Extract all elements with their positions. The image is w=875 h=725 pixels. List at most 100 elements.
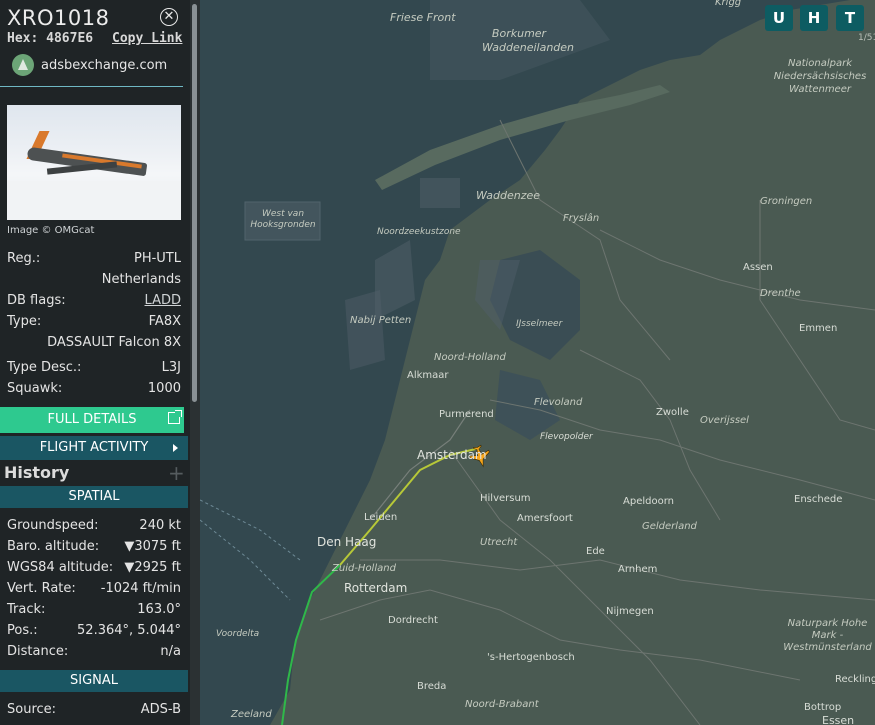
dbflags-row: DB flags: LADD [7, 293, 181, 311]
map-label-naturpark: Naturpark Hohe Mark - Westmünsterland [783, 618, 872, 653]
toggle-t-button[interactable]: T [836, 5, 864, 31]
vrate-label: Vert. Rate: [7, 581, 76, 596]
groundspeed-row: Groundspeed: 240 kt [7, 518, 181, 536]
map-label-arnhem: Arnhem [618, 564, 658, 575]
distance-row: Distance: n/a [7, 644, 181, 662]
map-label-noord-holland: Noord-Holland [434, 352, 506, 363]
country-value: Netherlands [101, 272, 181, 287]
close-icon[interactable]: ✕ [160, 8, 178, 26]
flight-activity-button[interactable]: FLIGHT ACTIVITY [0, 436, 188, 460]
external-link-icon [168, 410, 182, 424]
typedesc-row: Type Desc.: L3J [7, 360, 181, 378]
map-label-ede: Ede [586, 546, 605, 557]
baro-row: Baro. altitude: ▼3075 ft [7, 539, 181, 557]
groundspeed-label: Groundspeed: [7, 518, 99, 533]
map-label-nabij-petten: Nabij Petten [350, 315, 412, 326]
expand-plus-icon[interactable]: + [168, 461, 185, 485]
toggle-u-button[interactable]: U [765, 5, 793, 31]
squawk-value: 1000 [147, 381, 181, 396]
history-heading[interactable]: History [4, 463, 69, 482]
source-site-label: adsbexchange.com [41, 57, 168, 73]
country-row: Netherlands [7, 272, 181, 290]
callsign: XRO1018 [7, 6, 110, 30]
toggle-h-button[interactable]: H [800, 5, 828, 31]
map-label-enschede: Enschede [794, 494, 843, 505]
vrate-value: -1024 ft/min [100, 581, 181, 596]
photo-ground [7, 181, 181, 220]
map-label-hertogenbosch: 's-Hertogenbosch [487, 652, 575, 663]
baro-label: Baro. altitude: [7, 539, 100, 554]
reg-row: Reg.: PH-UTL [7, 251, 181, 269]
sidebar-scrollbar-thumb[interactable] [192, 4, 197, 402]
map-label-zuid-holland: Zuid-Holland [332, 563, 396, 574]
type-label: Type: [7, 314, 42, 329]
type-value: FA8X [148, 314, 181, 329]
reg-label: Reg.: [7, 251, 41, 266]
wgs-label: WGS84 altitude: [7, 560, 114, 575]
map-label-waddenzee: Waddenzee [476, 189, 541, 202]
track-row: Track: 163.0° [7, 602, 181, 620]
map-label-apeldoorn: Apeldoorn [623, 496, 674, 507]
type-row: Type: FA8X [7, 314, 181, 332]
photo-credit[interactable]: Image © OMGcat [7, 225, 94, 236]
map-label-breda: Breda [417, 681, 447, 692]
type-name-value: DASSAULT Falcon 8X [47, 335, 181, 350]
map-label-nationalpark: Nationalpark Niedersächsisches Wattenmee… [773, 58, 867, 95]
map-view[interactable]: Friese Front Borkumer Waddeneilanden Wad… [200, 0, 875, 725]
map-label-nijmegen: Nijmegen [606, 606, 654, 617]
spatial-section-header[interactable]: SPATIAL [0, 486, 188, 508]
map-label-amersfoort: Amersfoort [517, 513, 573, 524]
map-label-borkumer: Borkumer Waddeneilanden [482, 27, 575, 54]
map-label-krigg: Krigg [715, 0, 742, 8]
dbflags-value[interactable]: LADD [145, 293, 181, 308]
map-label-leiden: Leiden [364, 512, 398, 523]
map-label-voordelta: Voordelta [216, 629, 260, 639]
distance-label: Distance: [7, 644, 69, 659]
track-label: Track: [7, 602, 46, 617]
source-row: Source: ADS-B [7, 702, 181, 720]
source-value: ADS-B [140, 702, 181, 717]
track-value: 163.0° [137, 602, 181, 617]
type-name-row: DASSAULT Falcon 8X [7, 335, 181, 353]
map-label-flevopolder: Flevopolder [540, 432, 593, 442]
map-label-alkmaar: Alkmaar [407, 370, 449, 381]
hex-label: Hex: [7, 31, 39, 46]
map-label-amsterdam: Amsterdam [417, 448, 487, 462]
map-label-flevoland: Flevoland [534, 397, 583, 408]
map-label-friesland: Fryslân [563, 213, 600, 224]
typedesc-label: Type Desc.: [7, 360, 82, 375]
map-label-friese-front: Friese Front [390, 11, 456, 24]
dbflags-label: DB flags: [7, 293, 66, 308]
photo-fuselage [26, 146, 148, 177]
map-label-drenthe: Drenthe [760, 288, 801, 299]
signal-section-header[interactable]: SIGNAL [0, 670, 188, 692]
copy-link[interactable]: Copy Link [112, 31, 182, 46]
divider [0, 86, 183, 87]
reg-value: PH-UTL [133, 251, 181, 266]
map-label-overijssel: Overijssel [700, 415, 749, 426]
adsbexchange-logo-icon [12, 54, 34, 76]
full-details-label: FULL DETAILS [47, 412, 137, 427]
map-label-noordzeekustzone: Noordzeekustzone [377, 227, 461, 237]
map-label-bottrop: Bottrop [804, 702, 842, 713]
chevron-right-icon [173, 444, 178, 452]
aircraft-photo[interactable] [7, 105, 181, 220]
map-label-rotterdam: Rotterdam [344, 581, 408, 595]
map-label-west-van-hooksgronden: West van Hooksgronden [250, 209, 316, 230]
map-label-ijsselmeer: IJsselmeer [516, 319, 563, 329]
pos-row: Pos.: 52.364°, 5.044° [7, 623, 181, 641]
flight-activity-label: FLIGHT ACTIVITY [39, 440, 149, 455]
source-site-link[interactable]: adsbexchange.com [12, 53, 167, 77]
map-label-noord-brabant: Noord-Brabant [465, 699, 539, 710]
squawk-label: Squawk: [7, 381, 63, 396]
squawk-row: Squawk: 1000 [7, 381, 181, 399]
distance-value: n/a [160, 644, 181, 659]
map-label-utrecht: Utrecht [480, 537, 518, 548]
map-label-den-haag: Den Haag [317, 535, 377, 549]
full-details-button[interactable]: FULL DETAILS [0, 407, 184, 433]
info-sidebar: XRO1018 ✕ Hex: 4867E6 Copy Link adsbexch… [0, 0, 200, 725]
map-label-zwolle: Zwolle [656, 407, 689, 418]
map-label-iss: 1/51 [858, 33, 875, 43]
map-label-zeeland: Zeeland [231, 709, 272, 720]
map-label-dordrecht: Dordrecht [388, 615, 438, 626]
